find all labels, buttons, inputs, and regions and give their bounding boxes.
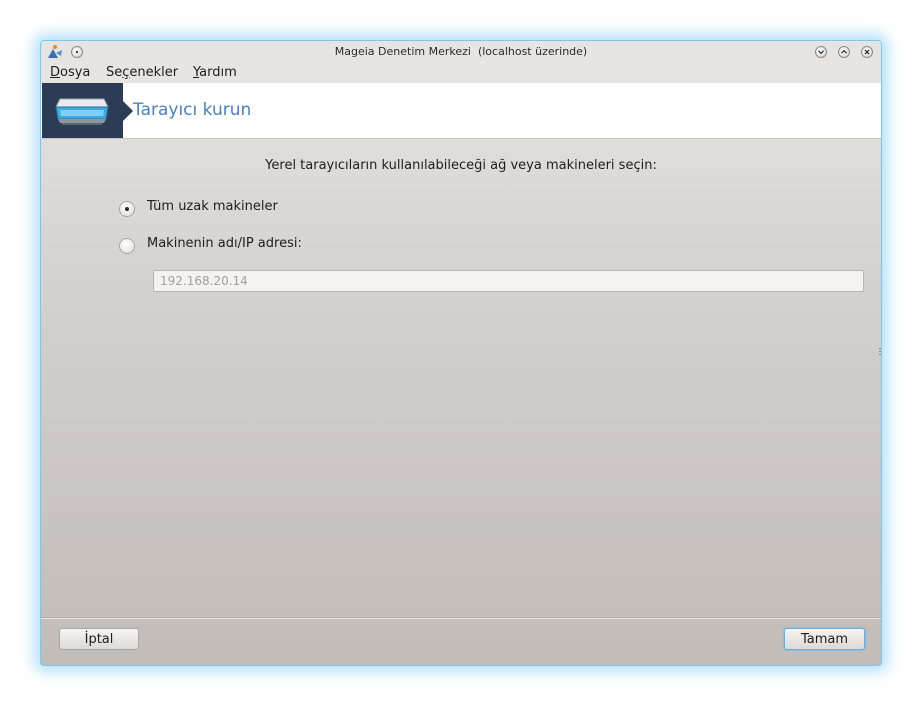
close-button[interactable] — [861, 46, 873, 58]
radio-selected-dot — [125, 207, 129, 211]
scanner-network-prompt: Yerel tarayıcıların kullanılabileceği ağ… — [265, 158, 657, 173]
button-separator — [41, 617, 881, 619]
header-notch — [123, 101, 133, 121]
title-bar[interactable]: Mageia Denetim Merkezi (localhost üzerin… — [41, 41, 881, 63]
radio-all-remote-button[interactable] — [119, 201, 135, 217]
menu-file-accel: D — [50, 65, 61, 80]
scanner-icon — [55, 98, 109, 125]
menu-bar: Dosya Seçenekler Yardım — [41, 63, 881, 83]
maximize-button[interactable] — [838, 46, 850, 58]
header-icon-box — [42, 83, 123, 138]
header-band: Tarayıcı kurun — [41, 83, 881, 139]
host-ip-input[interactable] — [153, 270, 864, 292]
radio-host-ip-button[interactable] — [119, 238, 135, 254]
chevron-down-icon — [818, 50, 824, 55]
menu-options[interactable]: Seçenekler — [106, 65, 178, 80]
chevron-up-icon — [841, 49, 847, 54]
menu-help[interactable]: Yardım — [193, 65, 237, 80]
menu-options-pre: Se — [106, 65, 123, 80]
minimize-button[interactable] — [815, 46, 827, 58]
menu-help-label: ardım — [199, 65, 237, 80]
close-icon — [864, 49, 870, 55]
menu-options-label: enekler — [129, 65, 179, 80]
menu-file-label: osya — [60, 65, 91, 80]
ok-button[interactable]: Tamam — [784, 628, 865, 650]
resize-grip[interactable] — [879, 348, 881, 356]
radio-all-remote-label[interactable]: Tüm uzak makineler — [147, 199, 278, 214]
cancel-button[interactable]: İptal — [59, 628, 139, 650]
window-title: Mageia Denetim Merkezi (localhost üzerin… — [334, 45, 588, 58]
page-title: Tarayıcı kurun — [133, 100, 252, 120]
menu-file[interactable]: Dosya — [50, 65, 90, 80]
radio-host-ip-label[interactable]: Makinenin adı/IP adresi: — [147, 236, 302, 251]
mcc-window: Mageia Denetim Merkezi (localhost üzerin… — [40, 40, 882, 666]
